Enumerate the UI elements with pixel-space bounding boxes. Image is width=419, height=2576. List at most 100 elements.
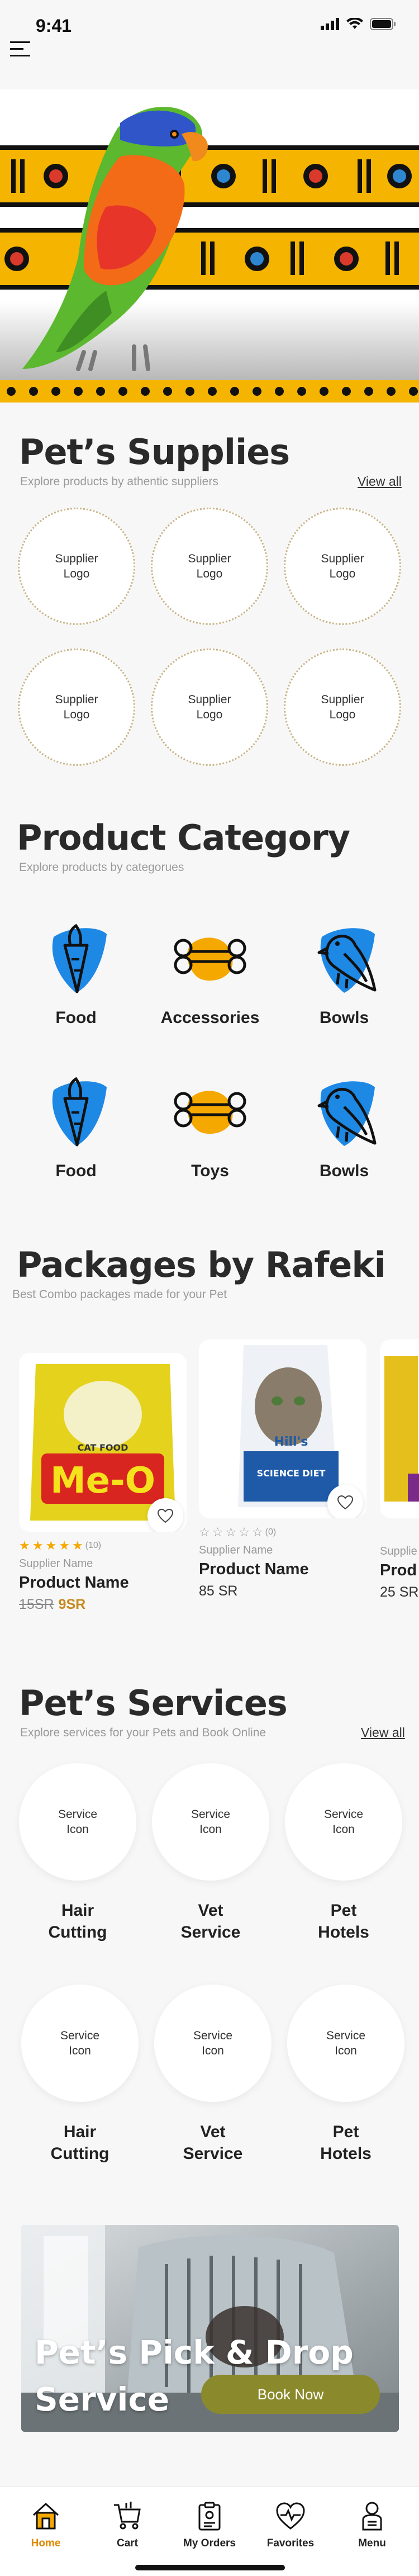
- old-price: 15SR: [19, 1597, 54, 1612]
- package-card[interactable]: Hill's SCIENCE DIET ☆ ☆ ☆ ☆ ☆ (0) Supplier N…: [199, 1339, 366, 1599]
- bird-icon: [317, 1081, 377, 1146]
- category-accessories[interactable]: Accessories: [154, 920, 266, 1027]
- battery-icon: [370, 18, 396, 30]
- favorite-button[interactable]: [327, 1485, 363, 1518]
- nav-menu[interactable]: Menu: [333, 2501, 411, 2550]
- home-indicator: [135, 2565, 285, 2570]
- packages-title: Packages by Rafeki: [11, 1244, 386, 1285]
- supplier-name: Supplier Name: [19, 1557, 93, 1570]
- nav-cart[interactable]: Cart: [88, 2501, 166, 2550]
- rating-stars: ☆ ☆ ☆ ☆ ☆ (0): [199, 1525, 277, 1539]
- service-label: Vet Service: [180, 1901, 241, 1942]
- carrot-icon: [52, 1077, 107, 1147]
- nav-label: Favorites: [266, 2537, 315, 2549]
- service-vet[interactable]: Service Icon Vet Service: [154, 1985, 272, 2165]
- category-subtitle: Explore products by categorues: [19, 861, 184, 874]
- service-pet-hotels[interactable]: Service Icon Pet Hotels: [287, 1985, 404, 2165]
- parrot-illustration: [0, 89, 419, 402]
- product-name: Prod: [380, 1561, 417, 1579]
- service-icon: Service Icon: [154, 1985, 272, 2102]
- status-bar: 9:41: [0, 0, 419, 50]
- supplies-view-all-link[interactable]: View all: [358, 474, 402, 489]
- category-food[interactable]: Food: [20, 920, 132, 1027]
- service-label: Hair Cutting: [50, 2123, 109, 2163]
- service-pet-hotels[interactable]: Service Icon Pet Hotels: [285, 1763, 402, 1943]
- rating-stars: [380, 1526, 419, 1540]
- services-title: Pet’s Services: [13, 1683, 288, 1723]
- product-price: 85 SR: [199, 1583, 366, 1599]
- supplier-logo[interactable]: Supplier Logo: [284, 648, 401, 766]
- service-vet[interactable]: Service Icon Vet Service: [152, 1763, 269, 1943]
- supplier-name: Supplie: [380, 1545, 417, 1557]
- signal-icon: [321, 18, 339, 30]
- pick-drop-banner: Pet’s Pick & Drop Service Book Now: [21, 2225, 399, 2432]
- service-label: Vet Service: [183, 2123, 243, 2163]
- services-view-all-link[interactable]: View all: [361, 1725, 405, 1740]
- service-icon: Service Icon: [21, 1985, 139, 2102]
- wifi-icon: [346, 18, 363, 29]
- menu-person-icon: [362, 2502, 382, 2531]
- category-toys[interactable]: Toys: [154, 1073, 266, 1181]
- nav-label: Home: [31, 2537, 61, 2549]
- service-icon: Service Icon: [287, 1985, 404, 2102]
- nav-label: Cart: [116, 2537, 138, 2549]
- sale-price: 9SR: [58, 1597, 86, 1612]
- svg-text:SCIENCE DIET: SCIENCE DIET: [257, 1468, 326, 1479]
- home-icon: [32, 2502, 59, 2530]
- service-icon: Service Icon: [285, 1763, 402, 1881]
- services-subtitle: Explore services for your Pets and Book …: [20, 1726, 266, 1739]
- nav-label: My Orders: [183, 2537, 236, 2549]
- product-name: Product Name: [19, 1574, 129, 1592]
- supplies-subtitle: Explore products by athentic suppliers: [20, 475, 218, 488]
- bottom-nav: Home Cart My Orders Favorites Menu: [0, 2487, 419, 2576]
- status-icons: [321, 18, 397, 30]
- package-image: [380, 1339, 419, 1518]
- supplier-logo[interactable]: Supplier Logo: [18, 648, 135, 766]
- service-label: Pet Hotels: [318, 1901, 369, 1942]
- hamburger-menu-icon[interactable]: [10, 40, 35, 58]
- service-hair-cutting[interactable]: Service Icon Hair Cutting: [19, 1763, 136, 1943]
- package-image: CAT FOOD Me-O: [19, 1353, 187, 1532]
- svg-text:Hill's: Hill's: [274, 1435, 308, 1449]
- bone-icon: [174, 937, 246, 981]
- product-price: 15SR 9SR: [19, 1597, 187, 1613]
- cart-icon: [114, 2502, 141, 2530]
- svg-text:CAT FOOD: CAT FOOD: [78, 1442, 128, 1453]
- category-bowls[interactable]: Bowls: [288, 920, 400, 1027]
- service-label: Pet Hotels: [320, 2123, 372, 2163]
- supplier-logo[interactable]: Supplier Logo: [151, 508, 268, 625]
- bone-icon: [174, 1091, 246, 1134]
- category-bowls[interactable]: Bowls: [288, 1073, 400, 1181]
- package-card[interactable]: Supplie Prod 25 SR: [380, 1339, 419, 1600]
- packages-subtitle: Best Combo packages made for your Pet: [12, 1288, 227, 1301]
- supplier-logo[interactable]: Supplier Logo: [284, 508, 401, 625]
- status-time: 9:41: [36, 16, 72, 36]
- nav-my-orders[interactable]: My Orders: [170, 2501, 249, 2550]
- bird-icon: [317, 928, 377, 993]
- supplier-logo[interactable]: Supplier Logo: [18, 508, 135, 625]
- package-card[interactable]: CAT FOOD Me-O ★ ★ ★ ★ ★ (10) Supplier Name P…: [19, 1353, 187, 1613]
- category-title: Product Category: [11, 817, 352, 858]
- service-label: Hair Cutting: [48, 1901, 107, 1942]
- service-hair-cutting[interactable]: Service Icon Hair Cutting: [21, 1985, 139, 2165]
- favorite-button[interactable]: [147, 1498, 183, 1532]
- rating-stars: ★ ★ ★ ★ ★ (10): [19, 1538, 102, 1552]
- heart-icon: [276, 2502, 305, 2530]
- hero-banner: [0, 89, 419, 402]
- heart-icon: [158, 1509, 173, 1523]
- nav-home[interactable]: Home: [7, 2501, 85, 2550]
- nav-favorites[interactable]: Favorites: [251, 2501, 330, 2550]
- supplies-title: Pet’s Supplies: [13, 432, 293, 472]
- product-name: Product Name: [199, 1560, 309, 1578]
- product-price: 25 SR: [380, 1584, 419, 1600]
- service-icon: Service Icon: [152, 1763, 269, 1881]
- supplier-name: Supplier Name: [199, 1544, 273, 1556]
- category-food[interactable]: Food: [20, 1073, 132, 1181]
- carrot-icon: [52, 924, 107, 993]
- package-image: Hill's SCIENCE DIET: [199, 1339, 366, 1518]
- price: 85 SR: [199, 1583, 238, 1599]
- supplier-logo[interactable]: Supplier Logo: [151, 648, 268, 766]
- nav-label: Menu: [358, 2537, 386, 2549]
- book-now-button[interactable]: Book Now: [201, 2375, 380, 2414]
- service-icon: Service Icon: [19, 1763, 136, 1881]
